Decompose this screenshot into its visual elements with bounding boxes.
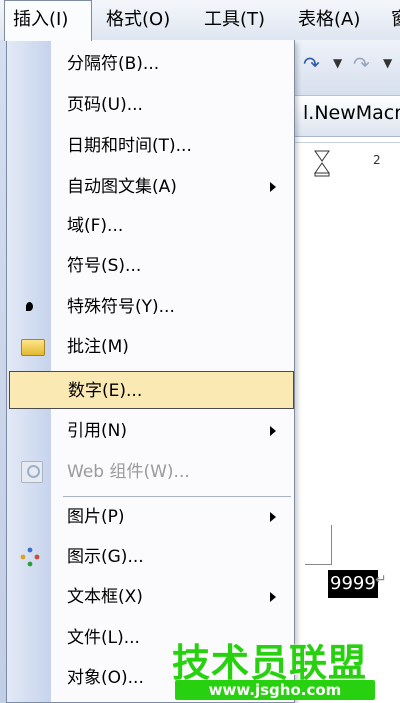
menu-item-text-box[interactable]: 文本框(X) xyxy=(7,578,294,616)
margin-corner-mark xyxy=(331,525,332,565)
watermark-url: www.jsgho.com xyxy=(175,680,375,700)
menu-item-label: 数字(E)... xyxy=(68,381,143,401)
menu-item-number[interactable]: 数字(E)... xyxy=(9,371,294,409)
menu-item-web-component: Web 组件(W)... xyxy=(7,453,294,491)
menu-item-break[interactable]: 分隔符(B)... xyxy=(7,45,294,83)
menu-item-label: 域(F)... xyxy=(67,216,124,236)
document-page[interactable] xyxy=(295,182,400,703)
margin-corner-mark xyxy=(305,564,331,565)
menu-item-label: 文件(L)... xyxy=(67,628,140,648)
ruler-mark: 2 xyxy=(373,153,381,167)
chevron-down-icon[interactable]: ▼ xyxy=(383,56,392,70)
menu-item-label: 日期和时间(T)... xyxy=(67,136,192,156)
menu-item-diagram[interactable]: 图示(G)... xyxy=(7,538,294,576)
paragraph-mark: ↵ xyxy=(375,572,387,588)
menu-item-label: 分隔符(B)... xyxy=(67,54,160,74)
menu-insert[interactable]: 插入(I) xyxy=(4,0,92,41)
menu-item-special-symbols[interactable]: 特殊符号(Y)... xyxy=(7,288,294,326)
menu-item-label: 引用(N) xyxy=(67,421,127,441)
watermark-logo-text: 技术员联盟 xyxy=(172,641,368,685)
submenu-arrow-icon xyxy=(270,426,276,436)
web-component-icon xyxy=(21,461,43,483)
menu-item-picture[interactable]: 图片(P) xyxy=(7,498,294,536)
menu-item-symbol[interactable]: 符号(S)... xyxy=(7,247,294,285)
menu-item-reference[interactable]: 引用(N) xyxy=(7,412,294,450)
menu-item-label: 批注(M) xyxy=(67,337,129,357)
selected-number-text[interactable]: 9999 xyxy=(328,570,378,598)
menu-item-label: 特殊符号(Y)... xyxy=(67,297,175,317)
menu-item-page-numbers[interactable]: 页码(U)... xyxy=(7,86,294,124)
menu-item-autotext[interactable]: 自动图文集(A) xyxy=(7,168,294,206)
redo-icon[interactable]: ↷ xyxy=(303,52,320,76)
menu-bar: 插入(I) 格式(O) 工具(T) 表格(A) 窗 xyxy=(0,0,400,41)
indent-marker-icon[interactable] xyxy=(313,149,331,177)
submenu-arrow-icon xyxy=(270,512,276,522)
menu-item-label: Web 组件(W)... xyxy=(67,462,190,482)
menu-item-date-time[interactable]: 日期和时间(T)... xyxy=(7,127,294,165)
menu-item-comment[interactable]: 批注(M) xyxy=(7,328,294,366)
menu-item-label: 文本框(X) xyxy=(67,587,143,607)
macro-name[interactable]: l.NewMacr xyxy=(303,102,400,124)
menu-window[interactable]: 窗 xyxy=(383,0,400,40)
menu-item-field[interactable]: 域(F)... xyxy=(7,207,294,245)
insert-menu-dropdown: 分隔符(B)... 页码(U)... 日期和时间(T)... 自动图文集(A) … xyxy=(6,40,295,703)
menu-tools[interactable]: 工具(T) xyxy=(196,0,273,40)
standard-toolbar: ↷ ▼ ↷ ▼ xyxy=(295,40,400,96)
menu-item-label: 符号(S)... xyxy=(67,256,142,276)
folder-icon xyxy=(21,339,45,356)
menu-item-label: 图片(P) xyxy=(67,507,125,527)
repeat-icon: ↷ xyxy=(353,52,370,76)
horizontal-ruler[interactable]: 2 xyxy=(295,142,400,184)
bullet-icon xyxy=(26,302,33,311)
menu-item-label: 页码(U)... xyxy=(67,95,143,115)
menu-format[interactable]: 格式(O) xyxy=(98,0,178,40)
chevron-down-icon[interactable]: ▼ xyxy=(333,56,342,70)
menu-item-label: 图示(G)... xyxy=(67,547,144,567)
macro-toolbar: l.NewMacr xyxy=(295,96,400,137)
menu-separator xyxy=(63,496,291,497)
diagram-icon xyxy=(20,547,40,567)
menu-table[interactable]: 表格(A) xyxy=(290,0,368,40)
menu-item-label: 对象(O)... xyxy=(67,668,144,688)
submenu-arrow-icon xyxy=(270,592,276,602)
menu-item-label: 自动图文集(A) xyxy=(67,177,177,197)
submenu-arrow-icon xyxy=(270,182,276,192)
